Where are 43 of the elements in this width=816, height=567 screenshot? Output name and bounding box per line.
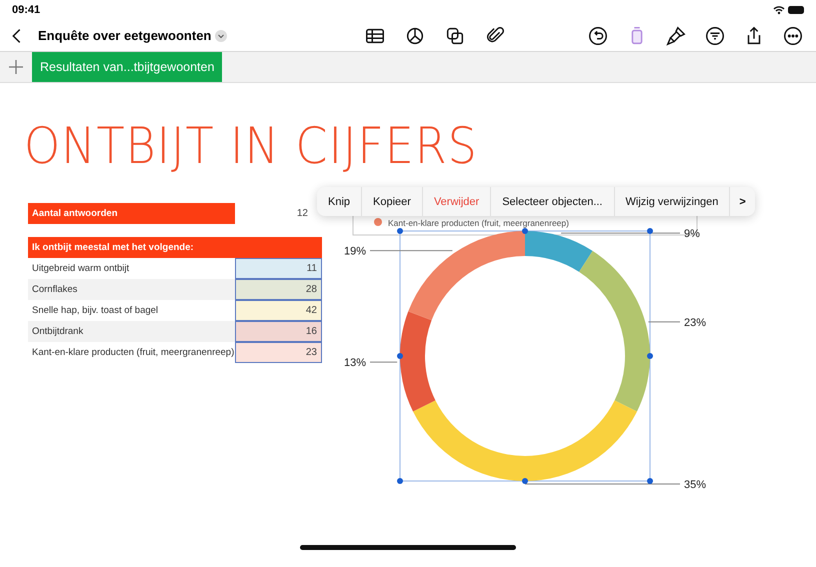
table-cell: Ontbijtdrank <box>28 321 235 342</box>
selection-handle[interactable] <box>397 353 403 359</box>
document-title[interactable]: Enquête over eetgewoonten <box>38 28 212 43</box>
legend-label: Kant-en-klare producten (fruit, meergranenreep) <box>388 218 569 228</box>
table-cell: 42 <box>235 300 322 321</box>
data-label: 19% <box>344 246 366 258</box>
data-label: 23% <box>684 316 706 329</box>
page-heading: ONTBIJT IN CIJFERS <box>24 117 479 175</box>
table-cell: 23 <box>235 342 322 363</box>
selection-handle[interactable] <box>647 228 653 234</box>
undo-icon[interactable] <box>587 24 609 46</box>
table-header: Ik ontbijt meestal met het volgende: <box>28 237 322 258</box>
chevron-icon[interactable] <box>215 30 228 42</box>
more-icon[interactable] <box>782 24 804 46</box>
table-cell: 28 <box>235 279 322 300</box>
status-time: 09:41 <box>12 4 40 16</box>
menu-item[interactable]: Wijzig verwijzingen <box>614 187 730 216</box>
menu-item[interactable]: Knip <box>317 187 362 216</box>
menu-item[interactable]: Selecteer objecten... <box>491 187 614 216</box>
legend-dot <box>374 218 382 226</box>
selection-handle[interactable] <box>647 478 653 484</box>
selection-handle[interactable] <box>397 478 403 484</box>
table-cell: 11 <box>235 258 322 279</box>
menu-item[interactable]: > <box>730 187 755 216</box>
data-label: 35% <box>684 479 706 491</box>
selection-handle[interactable] <box>397 228 403 234</box>
leader-line <box>648 321 680 322</box>
menu-item[interactable]: Kopieer <box>362 187 423 216</box>
table-cell: Cornflakes <box>28 279 235 300</box>
selection-handle[interactable] <box>522 478 528 484</box>
leader-line <box>370 362 398 363</box>
add-icon[interactable] <box>9 60 23 74</box>
data-label: 9% <box>684 228 700 240</box>
selection-frame[interactable] <box>400 230 650 482</box>
filter-icon[interactable] <box>704 24 726 46</box>
menu-item[interactable]: Verwijder <box>422 187 492 216</box>
paintbrush-icon[interactable] <box>665 24 687 46</box>
table-cell: Aantal antwoorden <box>28 203 235 224</box>
table-cell: 16 <box>235 321 322 342</box>
data-label: 13% <box>344 357 366 370</box>
selection-handle[interactable] <box>647 353 653 359</box>
status-icons <box>772 5 806 15</box>
selection-handle[interactable] <box>522 228 528 234</box>
